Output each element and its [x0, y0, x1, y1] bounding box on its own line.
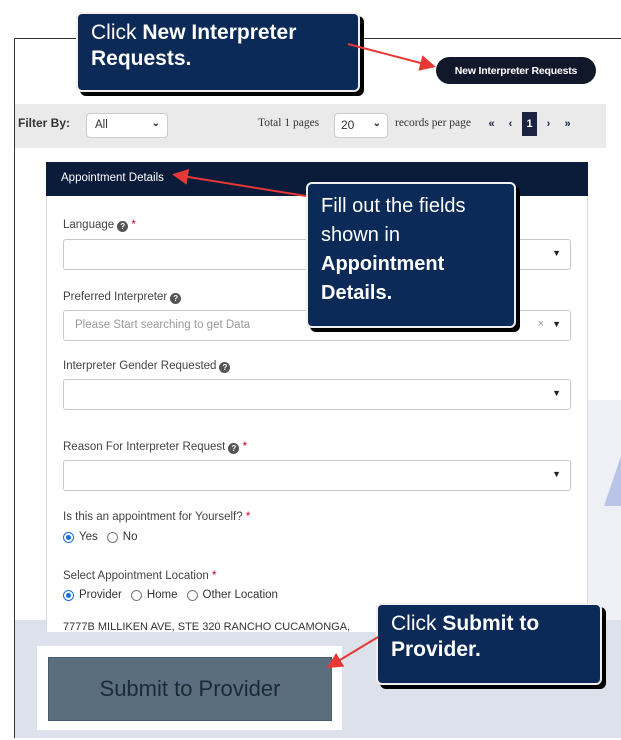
clear-icon[interactable]: × [538, 318, 544, 330]
reason-select[interactable]: ▼ [63, 460, 571, 491]
gender-label-text: Interpreter Gender Requested [63, 360, 217, 372]
submit-to-provider-button[interactable]: Submit to Provider [48, 657, 332, 721]
help-icon[interactable]: ? [170, 293, 182, 304]
filter-select[interactable]: All ⌄ [86, 113, 168, 138]
last-page-button[interactable]: » [560, 112, 575, 136]
callout-bold-text: Appointment Details. [321, 253, 445, 304]
records-per-page-label: records per page [395, 117, 471, 129]
filter-label: Filter By: [18, 116, 71, 130]
radio-checked-icon[interactable] [63, 531, 74, 543]
radio-other-location[interactable]: Other Location [186, 589, 278, 601]
location-radio-group: Provider Home Other Location [63, 589, 287, 601]
next-page-button[interactable]: › [541, 112, 556, 136]
required-mark: * [131, 219, 136, 231]
filter-select-value: All [95, 119, 108, 131]
callout-submit: Click Submit to Provider. [376, 603, 602, 685]
help-icon[interactable]: ? [228, 443, 240, 454]
callout-text: Fill out the fields shown in [321, 195, 466, 246]
self-appointment-label: Is this an appointment for Yourself? * [63, 511, 250, 523]
first-page-button[interactable]: « [484, 112, 499, 136]
caret-down-icon: ▼ [552, 469, 561, 479]
radio-home-label: Home [146, 589, 178, 601]
location-label: Select Appointment Location * [63, 570, 216, 582]
help-icon[interactable]: ? [219, 362, 231, 373]
language-label-text: Language [63, 219, 115, 231]
new-interpreter-requests-button[interactable]: New Interpreter Requests [436, 57, 596, 84]
radio-provider[interactable]: Provider [63, 589, 122, 601]
required-mark: * [211, 570, 217, 582]
pagination: « ‹ 1 › » [484, 112, 575, 136]
callout-appointment-details: Fill out the fields shown in Appointment… [306, 182, 516, 328]
radio-yes[interactable]: Yes [63, 531, 98, 543]
radio-unchecked-icon[interactable] [130, 589, 142, 601]
preferred-placeholder: Please Start searching to get Data [75, 319, 251, 331]
callout-text: Click [91, 21, 143, 44]
radio-home[interactable]: Home [130, 589, 178, 601]
radio-no-label: No [122, 531, 138, 543]
location-label-text: Select Appointment Location [63, 570, 209, 582]
required-mark: * [245, 511, 251, 523]
radio-checked-icon[interactable] [63, 589, 74, 601]
caret-down-icon: ▼ [552, 319, 561, 329]
radio-no[interactable]: No [106, 531, 138, 543]
page-1-button[interactable]: 1 [522, 112, 537, 136]
per-page-value: 20 [341, 118, 355, 132]
radio-unchecked-icon[interactable] [186, 589, 198, 601]
radio-yes-label: Yes [79, 531, 98, 543]
prev-page-button[interactable]: ‹ [503, 112, 518, 136]
total-pages-text: Total 1 pages [258, 117, 320, 129]
help-icon[interactable]: ? [117, 221, 129, 232]
gender-label: Interpreter Gender Requested? [63, 360, 231, 373]
preferred-label-text: Preferred Interpreter [63, 291, 168, 303]
self-label-text: Is this an appointment for Yourself? [63, 511, 243, 523]
reason-label-text: Reason For Interpreter Request [63, 441, 226, 453]
self-radio-group: Yes No [63, 531, 146, 543]
radio-other-label: Other Location [202, 589, 278, 601]
records-per-page-select[interactable]: 20 ⌄ [334, 113, 388, 138]
caret-down-icon: ▼ [552, 388, 561, 398]
reason-label: Reason For Interpreter Request? * [63, 441, 247, 454]
caret-down-icon: ▼ [552, 248, 561, 258]
language-label: Language? * [63, 219, 136, 232]
radio-provider-label: Provider [79, 589, 122, 601]
preferred-interpreter-label: Preferred Interpreter? [63, 291, 182, 304]
gender-select[interactable]: ▼ [63, 379, 571, 410]
callout-new-requests: Click New Interpreter Requests. [76, 12, 360, 92]
provider-address: 7777B MILLIKEN AVE, STE 320 RANCHO CUCAM… [63, 621, 351, 633]
callout-text: Click [391, 612, 443, 635]
radio-unchecked-icon[interactable] [106, 531, 118, 543]
required-mark: * [242, 441, 248, 453]
chevron-down-icon: ⌄ [372, 118, 381, 129]
background-tint [588, 400, 621, 620]
chevron-down-icon: ⌄ [151, 118, 160, 129]
